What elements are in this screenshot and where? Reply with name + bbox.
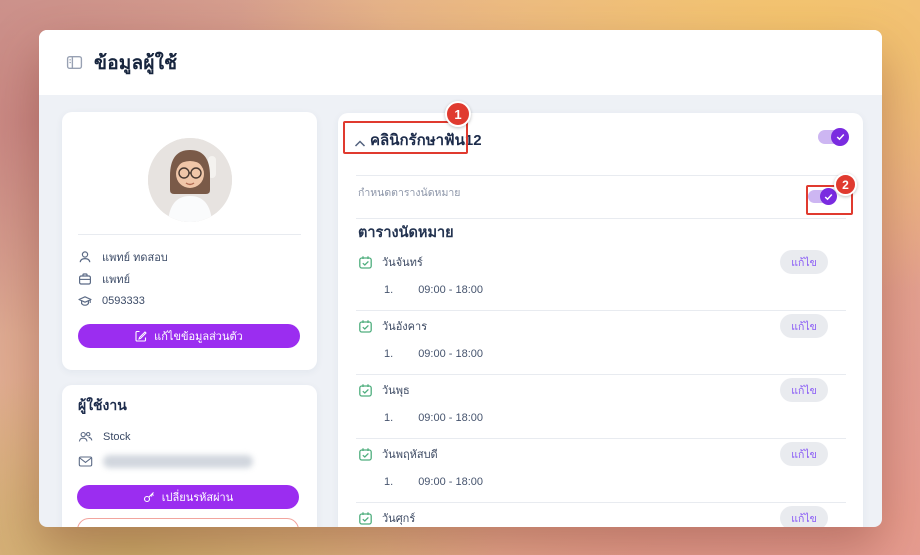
schedule-row-friday: วันศุกร์ แก้ไข [338, 506, 863, 527]
toggle-thumb-check-icon [831, 128, 849, 146]
edit-day-button[interactable]: แก้ไข [780, 442, 828, 466]
avatar [148, 138, 232, 222]
briefcase-icon [78, 272, 92, 286]
annotation-box-clinic-name [343, 121, 468, 154]
panel-layout-icon [66, 54, 83, 71]
edit-day-button[interactable]: แก้ไข [780, 506, 828, 527]
slot-index: 1. [384, 284, 394, 296]
envelope-icon [78, 455, 93, 468]
calendar-check-icon [358, 447, 373, 462]
danger-action-button[interactable] [77, 518, 299, 527]
change-password-label: เปลี่ยนรหัสผ่าน [161, 492, 234, 504]
slot-time: 09:00 - 18:00 [418, 412, 484, 424]
redacted-email [103, 454, 253, 468]
slot-time: 09:00 - 18:00 [418, 348, 484, 360]
slot-index: 1. [384, 476, 394, 488]
day-name: วันพฤหัสบดี [382, 449, 438, 461]
annotation-step-2-badge: 2 [834, 173, 857, 196]
edit-profile-label: แก้ไขข้อมูลส่วนตัว [154, 331, 243, 343]
profile-phone: 0593333 [102, 295, 145, 307]
schedule-title: ตารางนัดหมาย [358, 225, 454, 241]
edit-pencil-icon [135, 330, 147, 342]
clinic-enabled-toggle[interactable] [818, 128, 849, 146]
account-section-title: ผู้ใช้งาน [78, 397, 127, 413]
slot-time: 09:00 - 18:00 [418, 476, 484, 488]
profile-divider [78, 234, 301, 235]
calendar-check-icon [358, 383, 373, 398]
account-username-row: Stock [78, 427, 131, 447]
profile-card: แพทย์ ทดสอบ แพทย์ 0593333 แก้ไขข้อมูลส่ว… [62, 112, 317, 370]
profile-phone-row: 0593333 [78, 290, 305, 312]
calendar-check-icon [358, 255, 373, 270]
schedule-row-tuesday: วันอังคาร แก้ไข 1. 09:00 - 18:00 [338, 314, 863, 381]
account-card: ผู้ใช้งาน Stock เปลี่ยนรหัสผ่าน [62, 385, 317, 527]
divider [356, 310, 846, 311]
divider [356, 374, 846, 375]
schedule-row-monday: วันจันทร์ แก้ไข 1. 09:00 - 18:00 [338, 250, 863, 317]
key-icon [143, 491, 155, 503]
schedule-row-thursday: วันพฤหัสบดี แก้ไข 1. 09:00 - 18:00 [338, 442, 863, 509]
time-slot: 1. 09:00 - 18:00 [384, 284, 483, 296]
calendar-check-icon [358, 511, 373, 526]
change-password-button[interactable]: เปลี่ยนรหัสผ่าน [77, 485, 299, 509]
clinic-card: คลินิกรักษาฟัน12 กำหนดตารางนัดหมาย ตาราง… [338, 113, 863, 527]
day-name: วันพุธ [382, 385, 410, 397]
slot-time: 09:00 - 18:00 [418, 284, 484, 296]
profile-name-row: แพทย์ ทดสอบ [78, 246, 305, 268]
divider [356, 438, 846, 439]
page-title: ข้อมูลผู้ใช้ [94, 52, 178, 74]
edit-day-button[interactable]: แก้ไข [780, 314, 828, 338]
divider [356, 218, 846, 219]
slot-index: 1. [384, 348, 394, 360]
app-window: ข้อมูลผู้ใช้ แพทย์ ทดสอบ แพทย์ 0593333 แ… [39, 30, 882, 527]
schedule-row-wednesday: วันพุธ แก้ไข 1. 09:00 - 18:00 [338, 378, 863, 445]
day-name: วันศุกร์ [382, 513, 416, 525]
profile-role-row: แพทย์ [78, 268, 305, 290]
account-email-row [78, 451, 253, 471]
time-slot: 1. 09:00 - 18:00 [384, 348, 483, 360]
day-name: วันอังคาร [382, 321, 428, 333]
slot-index: 1. [384, 412, 394, 424]
edit-day-button[interactable]: แก้ไข [780, 250, 828, 274]
edit-day-button[interactable]: แก้ไข [780, 378, 828, 402]
profile-role: แพทย์ [102, 274, 131, 286]
edit-profile-button[interactable]: แก้ไขข้อมูลส่วนตัว [78, 324, 300, 348]
calendar-check-icon [358, 319, 373, 334]
annotation-step-1-badge: 1 [445, 101, 471, 127]
divider [356, 502, 846, 503]
time-slot: 1. 09:00 - 18:00 [384, 412, 483, 424]
day-name: วันจันทร์ [382, 257, 423, 269]
user-icon [78, 250, 92, 264]
graduation-cap-icon [78, 294, 92, 308]
time-slot: 1. 09:00 - 18:00 [384, 476, 483, 488]
schedule-toggle-label: กำหนดตารางนัดหมาย [358, 187, 461, 199]
page-header: ข้อมูลผู้ใช้ [39, 30, 882, 95]
profile-name: แพทย์ ทดสอบ [102, 252, 168, 264]
divider [356, 175, 846, 176]
users-group-icon [78, 430, 93, 444]
account-username: Stock [103, 431, 131, 443]
